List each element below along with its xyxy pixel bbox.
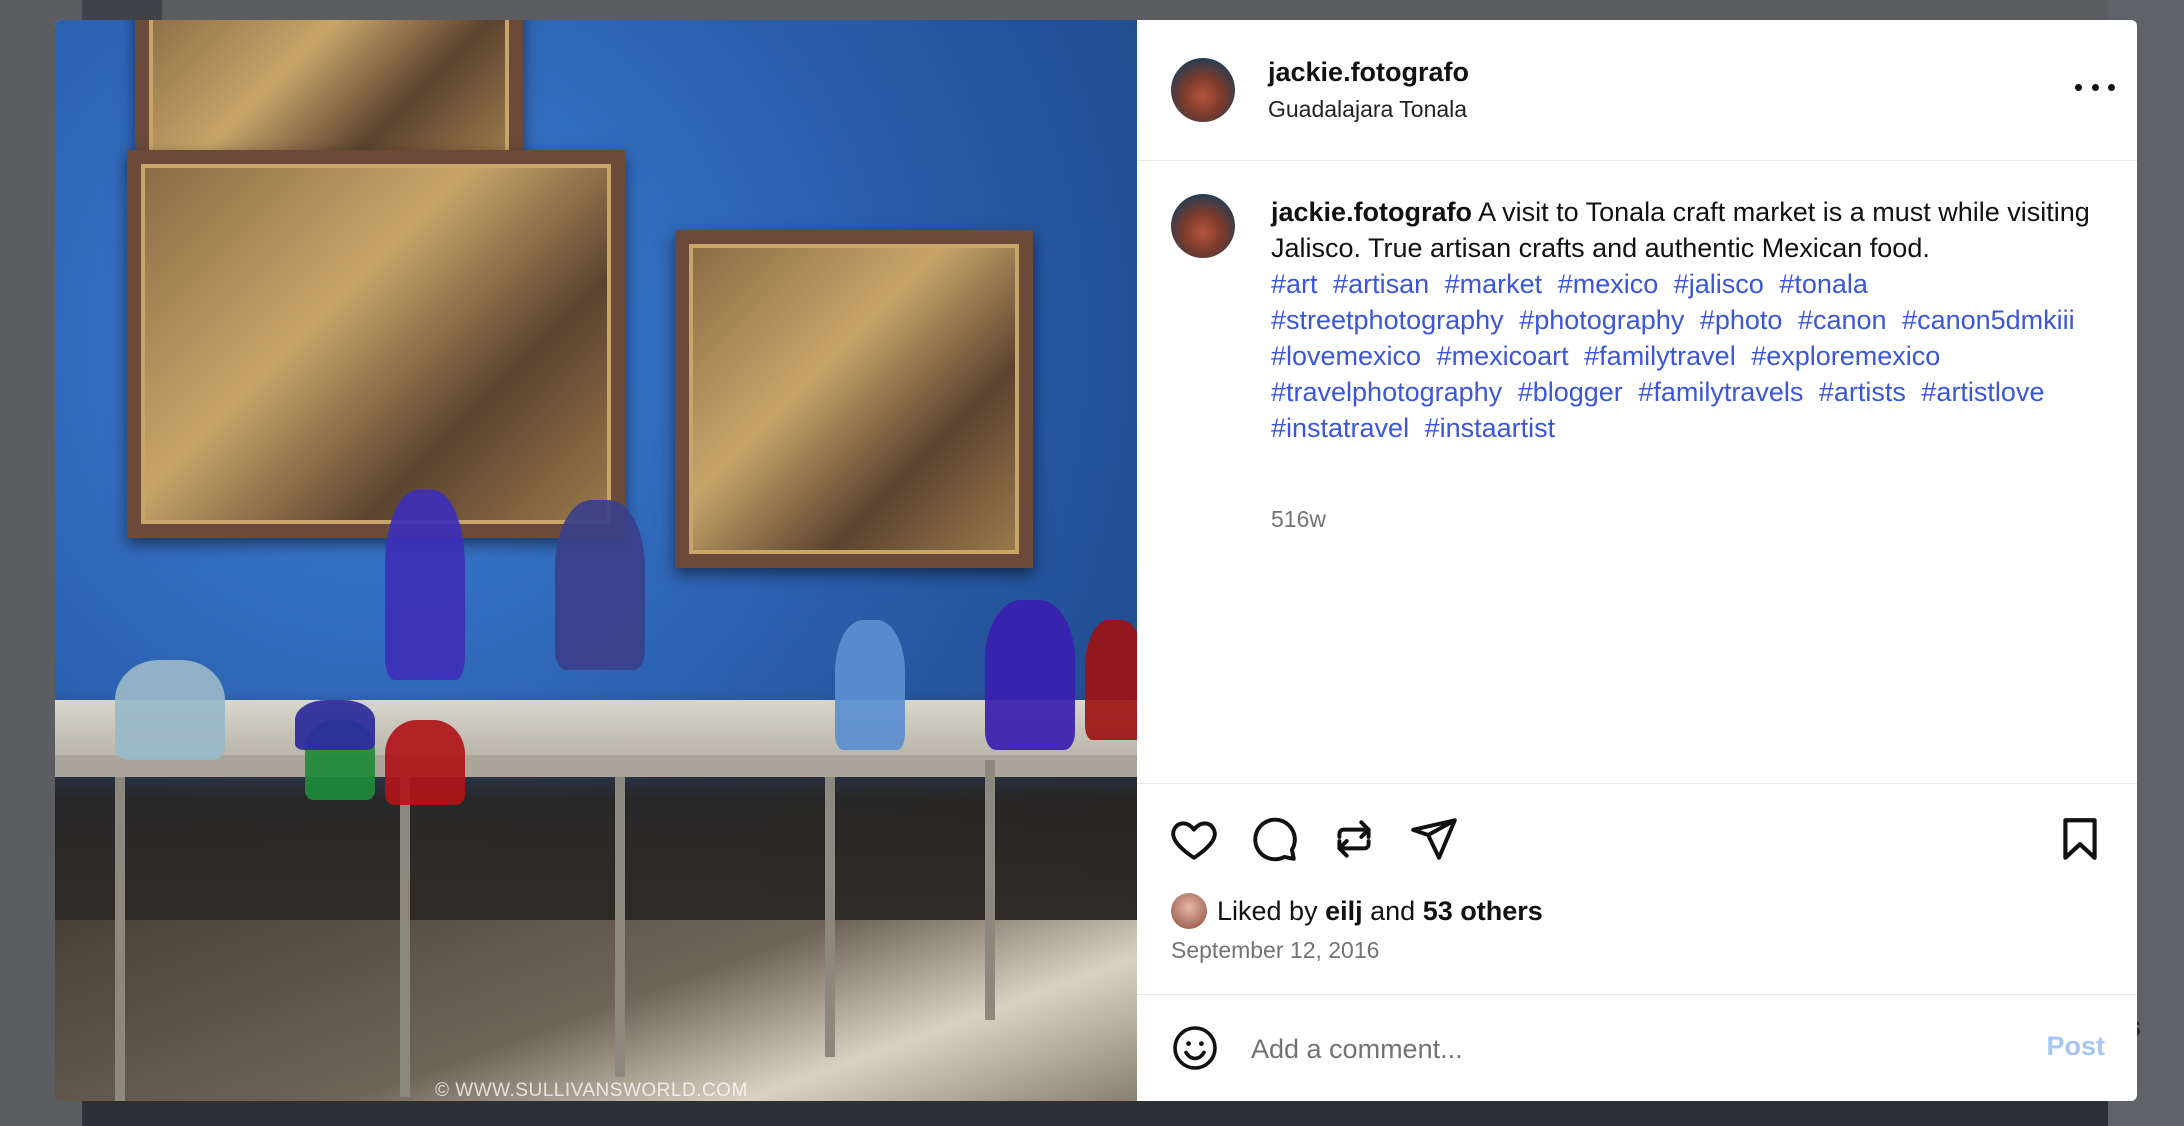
photo-glass-pitcher: [1085, 620, 1137, 740]
photo-table-leg: [615, 777, 625, 1077]
hashtag-link[interactable]: #mexicoart: [1437, 341, 1569, 371]
hashtag-link[interactable]: #art: [1271, 269, 1318, 299]
likes-joiner: and: [1370, 895, 1416, 926]
hashtag-link[interactable]: #tonala: [1779, 269, 1868, 299]
caption: jackie.fotografo A visit to Tonala craft…: [1271, 194, 2091, 446]
comment-bar: Post: [1137, 995, 2137, 1101]
photo-glass-apple: [385, 720, 465, 805]
hashtag-link[interactable]: #familytravels: [1638, 377, 1803, 407]
hashtag-link[interactable]: #familytravel: [1584, 341, 1736, 371]
caption-section: jackie.fotografo A visit to Tonala craft…: [1137, 161, 2137, 784]
post-photo: © WWW.SULLIVANSWORLD.COM: [55, 20, 1137, 1101]
action-bar: Liked by eilj and 53 others September 12…: [1137, 784, 2137, 995]
emoji-icon[interactable]: [1171, 1024, 1219, 1072]
hashtag-link[interactable]: #mexico: [1558, 269, 1659, 299]
hashtag-link[interactable]: #exploremexico: [1751, 341, 1940, 371]
hashtag-link[interactable]: #canon5dmkiii: [1902, 305, 2075, 335]
caption-author-avatar[interactable]: [1171, 194, 1235, 258]
photo-table-leg: [115, 777, 125, 1101]
liker-username[interactable]: eilj: [1325, 896, 1363, 927]
liker-avatar[interactable]: [1171, 893, 1207, 929]
photo-frame-flowers: [127, 150, 625, 538]
photo-frame-church: [675, 230, 1033, 568]
hashtag-link[interactable]: #artists: [1819, 377, 1906, 407]
photo-glass-vase: [555, 500, 645, 670]
comment-input[interactable]: [1249, 1021, 2013, 1077]
hashtag-link[interactable]: #artistlove: [1921, 377, 2044, 407]
photo-glass-bowl: [295, 700, 375, 750]
hashtag-list: #art #artisan #market #mexico #jalisco #…: [1271, 266, 2091, 446]
hashtag-link[interactable]: #market: [1445, 269, 1543, 299]
likes-summary: Liked by eilj and 53 others: [1171, 893, 1543, 929]
repost-icon[interactable]: [1329, 814, 1379, 864]
photo-table-leg: [985, 760, 995, 1020]
post-location[interactable]: Guadalajara Tonala: [1268, 96, 1467, 123]
hashtag-link[interactable]: #photography: [1519, 305, 1684, 335]
photo-glass-pitcher: [985, 600, 1075, 750]
photo-table-leg: [400, 777, 410, 1097]
hashtag-link[interactable]: #canon: [1798, 305, 1887, 335]
author-username[interactable]: jackie.fotografo: [1268, 57, 1469, 88]
paper-plane-icon[interactable]: [1409, 814, 1459, 864]
author-avatar[interactable]: [1171, 58, 1235, 122]
hashtag-link[interactable]: #lovemexico: [1271, 341, 1421, 371]
hashtag-link[interactable]: #streetphotography: [1271, 305, 1504, 335]
photo-table-leg: [825, 777, 835, 1057]
photo-floor: [55, 920, 1137, 1101]
hashtag-link[interactable]: #instaartist: [1425, 413, 1556, 443]
image-watermark: © WWW.SULLIVANSWORLD.COM: [435, 1080, 748, 1101]
background-feed-bottom: [82, 1100, 2108, 1126]
post-modal: © WWW.SULLIVANSWORLD.COM jackie.fotograf…: [55, 20, 2137, 1101]
more-options-icon[interactable]: [2075, 72, 2115, 102]
photo-frame-top: [135, 20, 523, 168]
photo-glass-jar: [115, 660, 225, 760]
speech-bubble-icon[interactable]: [1249, 814, 1299, 864]
hashtag-link[interactable]: #jalisco: [1674, 269, 1764, 299]
hashtag-link[interactable]: #photo: [1700, 305, 1783, 335]
hashtag-link[interactable]: #instatravel: [1271, 413, 1409, 443]
post-time-ago[interactable]: 516w: [1271, 506, 1326, 533]
hashtag-link[interactable]: #travelphotography: [1271, 377, 1502, 407]
post-date[interactable]: September 12, 2016: [1171, 937, 1379, 964]
bookmark-icon[interactable]: [2055, 814, 2105, 864]
likes-prefix: Liked by: [1217, 895, 1318, 926]
hashtag-link[interactable]: #artisan: [1333, 269, 1429, 299]
heart-icon[interactable]: [1169, 814, 1219, 864]
post-sidebar: jackie.fotografo Guadalajara Tonala jack…: [1137, 20, 2137, 1101]
post-header: jackie.fotografo Guadalajara Tonala: [1137, 20, 2137, 161]
photo-glass-vase: [385, 490, 465, 680]
hashtag-link[interactable]: #blogger: [1518, 377, 1623, 407]
photo-glass-pitcher: [835, 620, 905, 750]
likes-others-link[interactable]: 53 others: [1423, 896, 1543, 927]
post-comment-button[interactable]: Post: [2046, 1031, 2105, 1062]
caption-username[interactable]: jackie.fotografo: [1271, 197, 1472, 227]
